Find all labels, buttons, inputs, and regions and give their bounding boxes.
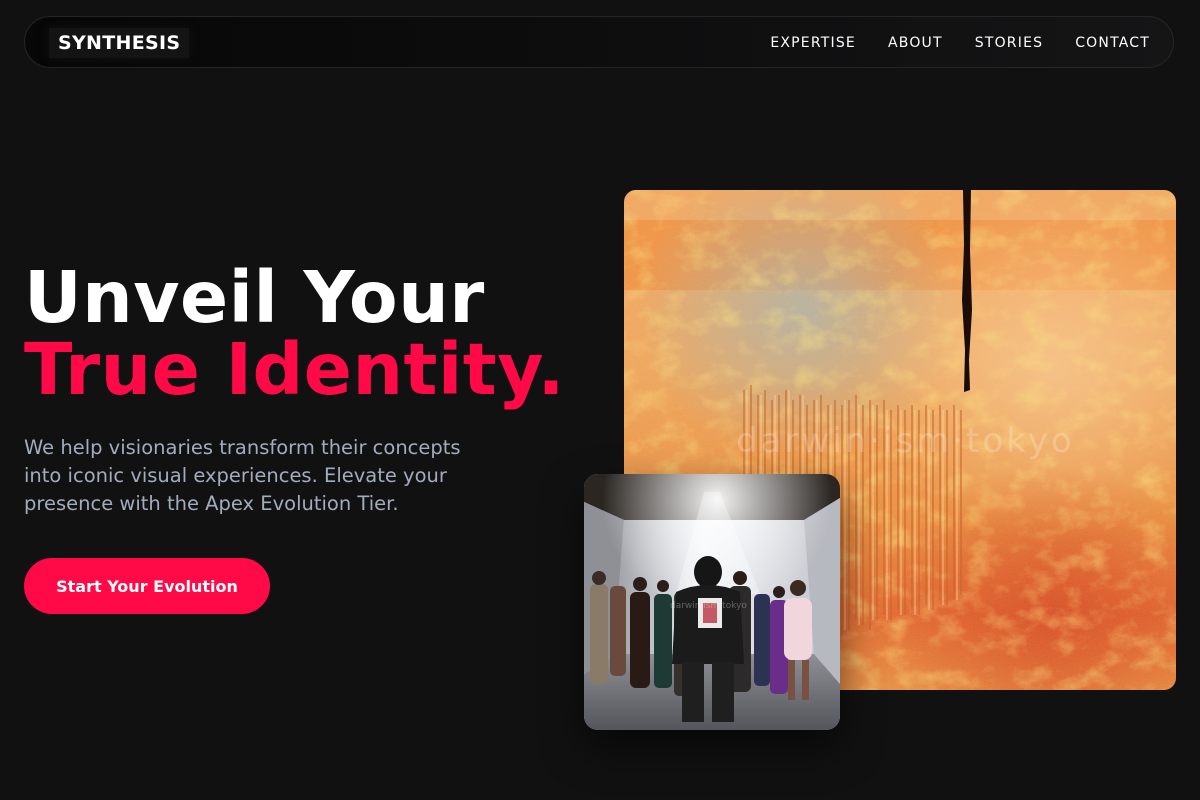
nav-link-expertise[interactable]: EXPERTISE bbox=[770, 35, 856, 51]
nav-link-about[interactable]: ABOUT bbox=[888, 35, 943, 51]
hero-title-line-1: Unveil Your bbox=[24, 256, 485, 339]
brand-logo[interactable]: SYNTHESIS bbox=[49, 28, 190, 58]
nav-link-stories[interactable]: STORIES bbox=[975, 35, 1043, 51]
hero-title-line-2: True Identity. bbox=[24, 328, 565, 411]
nav-links: EXPERTISE ABOUT STORIES CONTACT bbox=[770, 17, 1150, 69]
gallery-photo-graphic: darwin·ism·tokyo bbox=[584, 474, 840, 730]
top-navbar: SYNTHESIS EXPERTISE ABOUT STORIES CONTAC… bbox=[24, 16, 1174, 68]
painting-watermark: darwin·ism·tokyo bbox=[736, 421, 1075, 461]
hero-title: Unveil Your True Identity. bbox=[24, 262, 565, 406]
gallery-photo-image: darwin·ism·tokyo bbox=[584, 474, 840, 730]
nav-link-contact[interactable]: CONTACT bbox=[1075, 35, 1150, 51]
photo-watermark: darwin·ism·tokyo bbox=[670, 601, 747, 611]
hero-description: We help visionaries transform their conc… bbox=[24, 436, 461, 515]
start-evolution-button[interactable]: Start Your Evolution bbox=[24, 558, 270, 614]
